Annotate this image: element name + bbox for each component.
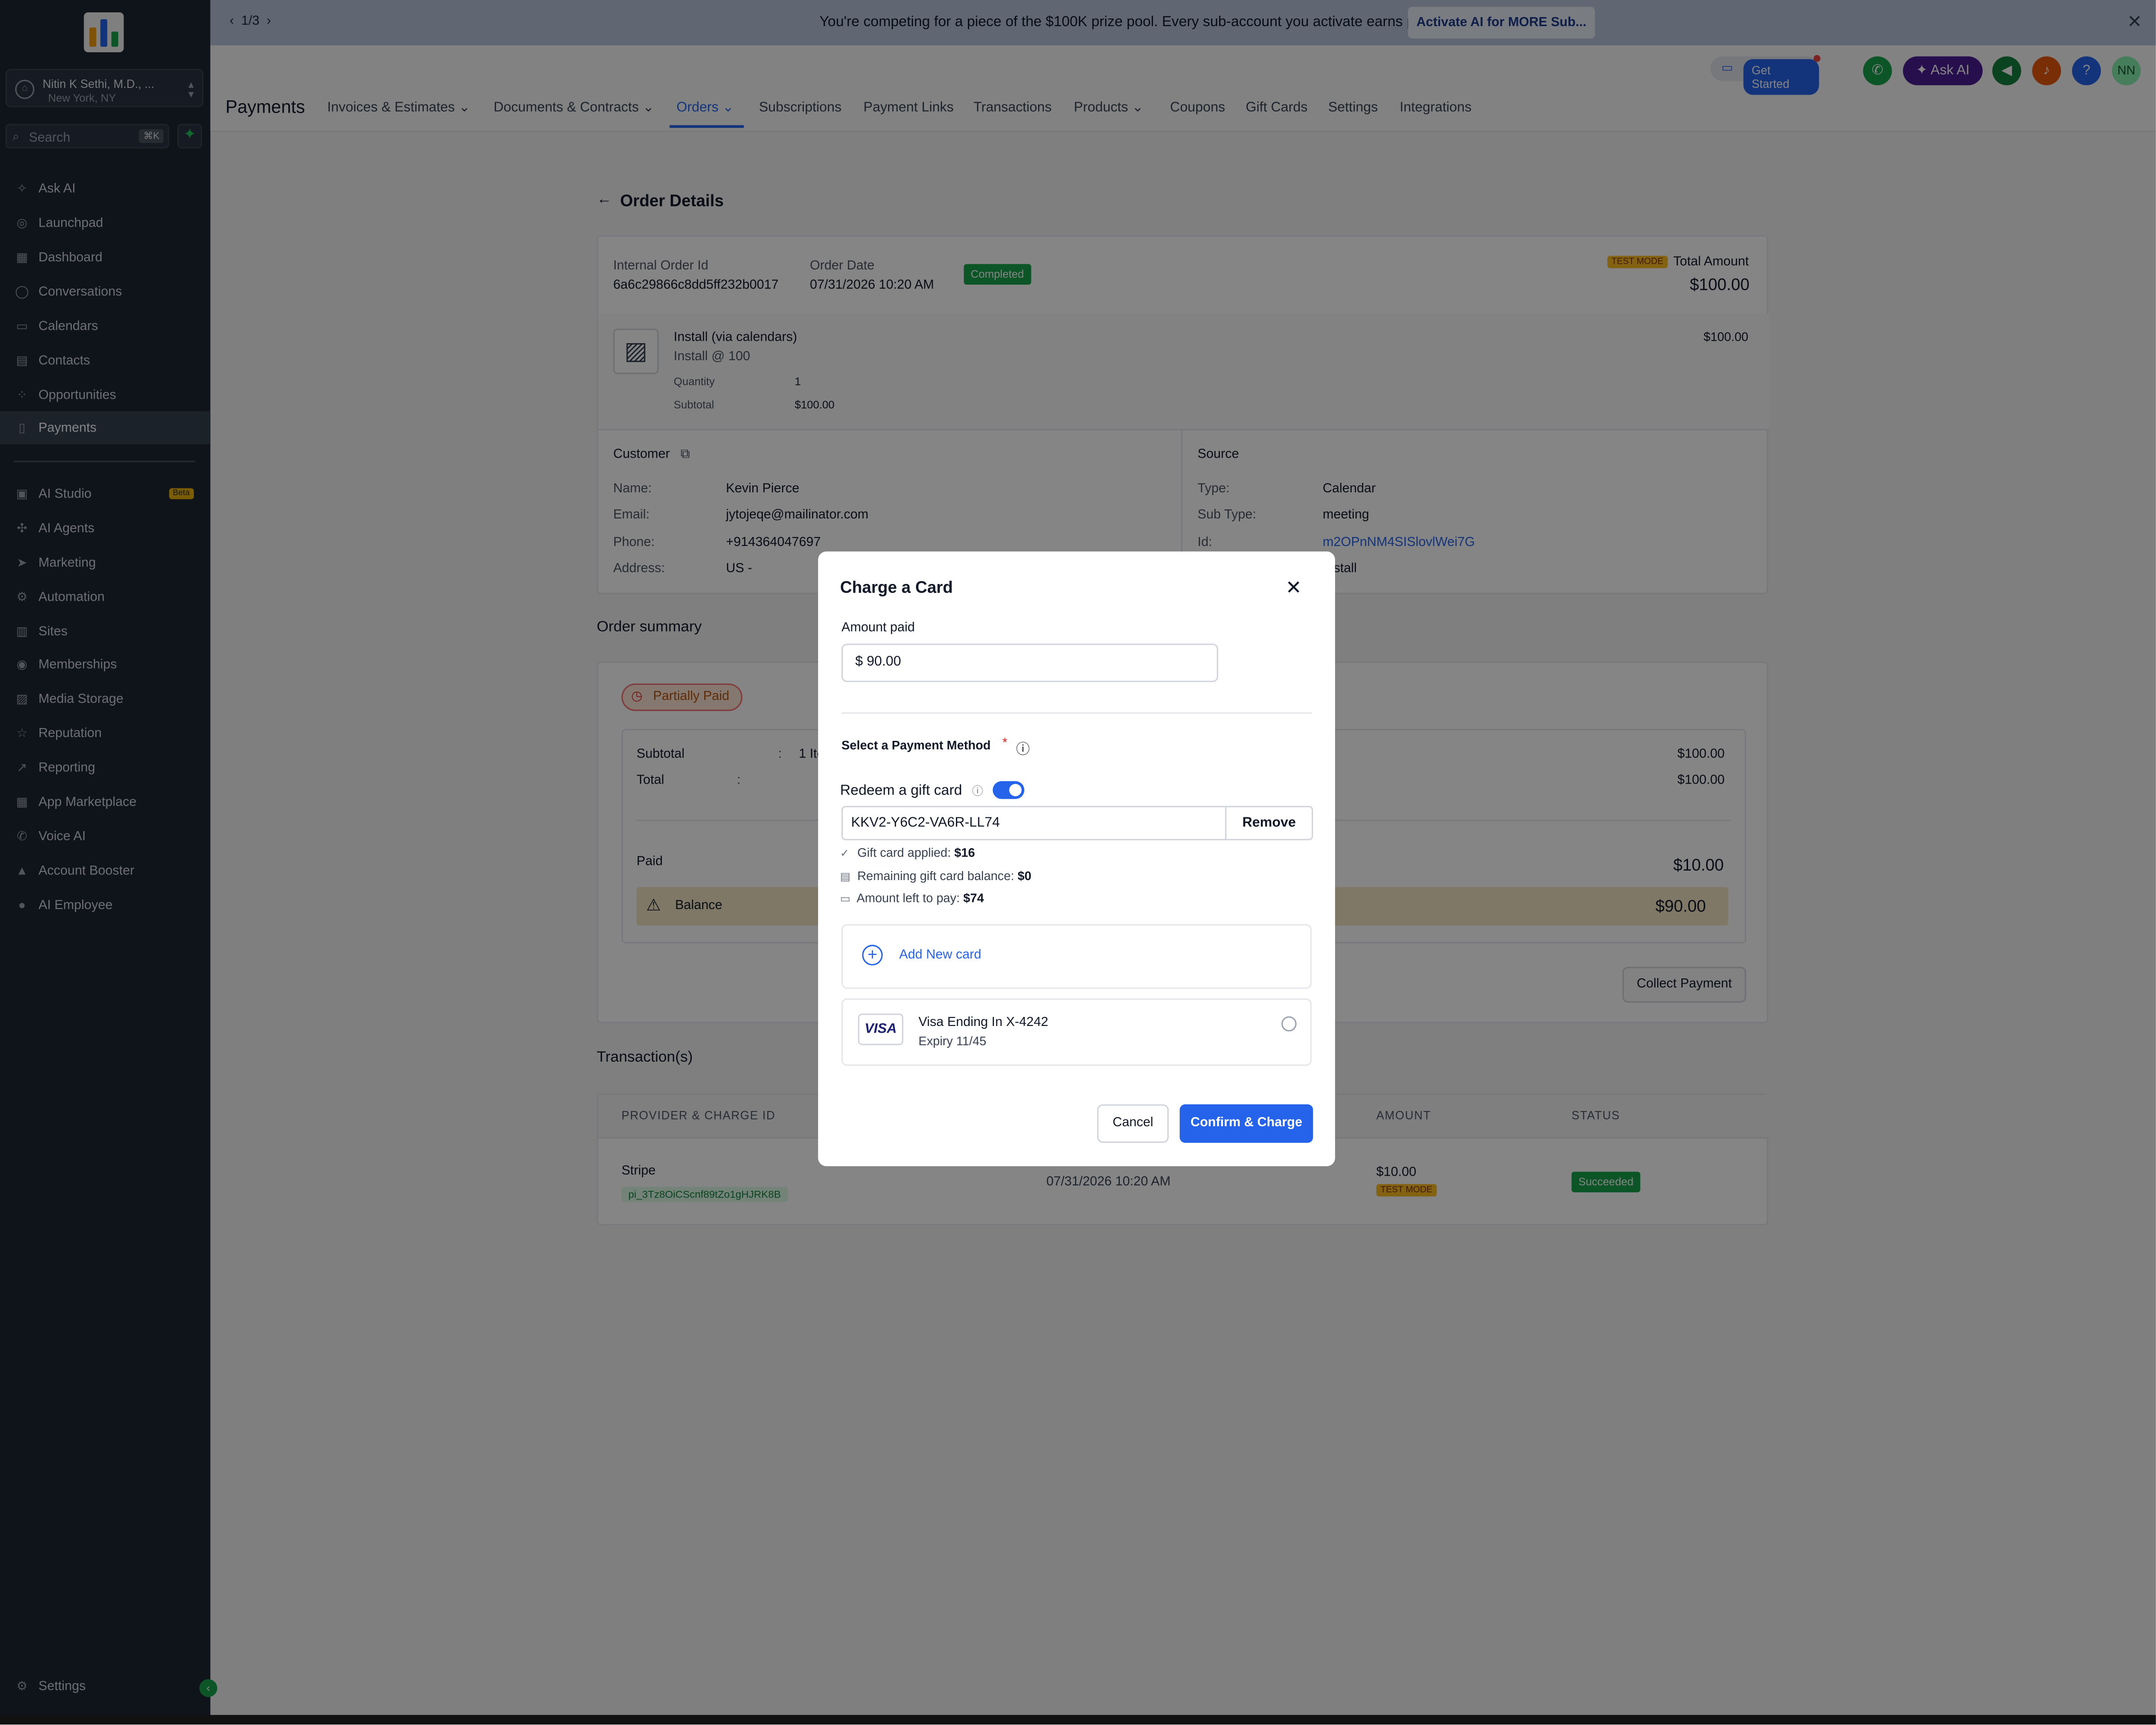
amount-paid-input[interactable]: $ 90.00 bbox=[841, 643, 1219, 682]
gift-card-applied: ✓ Gift card applied: $16 bbox=[840, 846, 975, 860]
card-expiry: Expiry 11/45 bbox=[918, 1034, 987, 1048]
close-icon[interactable]: ✕ bbox=[1286, 576, 1302, 600]
modal-title: Charge a Card bbox=[840, 577, 953, 597]
add-new-card-label: Add New card bbox=[899, 947, 982, 963]
saved-card-option[interactable]: VISA Visa Ending In X-4242 Expiry 11/45 bbox=[841, 998, 1312, 1066]
payment-method-label: Select a Payment Method bbox=[841, 738, 991, 753]
add-new-card-option[interactable]: + Add New card bbox=[841, 924, 1312, 989]
cash-icon: ▭ bbox=[840, 892, 851, 905]
applied-value: $16 bbox=[954, 845, 975, 860]
bottom-strip bbox=[0, 1715, 2156, 1725]
divider bbox=[841, 712, 1312, 714]
card-name: Visa Ending In X-4242 bbox=[918, 1015, 1049, 1030]
info-icon[interactable]: ⓘ bbox=[972, 784, 983, 799]
info-icon[interactable]: ⓘ bbox=[1016, 737, 1030, 758]
remove-gift-card-button[interactable]: Remove bbox=[1225, 805, 1313, 841]
wallet-icon: ▤ bbox=[840, 870, 851, 883]
redeem-gift-card-label: Redeem a gift card bbox=[840, 782, 962, 799]
visa-logo: VISA bbox=[858, 1013, 904, 1045]
redeem-gift-card-toggle[interactable] bbox=[992, 781, 1025, 799]
left-value: $74 bbox=[963, 891, 984, 905]
charge-card-modal: Charge a Card ✕ Amount paid $ 90.00 Sele… bbox=[818, 551, 1336, 1167]
confirm-charge-button[interactable]: Confirm & Charge bbox=[1180, 1104, 1313, 1143]
gift-card-code-input[interactable]: KKV2-Y6C2-VA6R-LL74 bbox=[841, 805, 1227, 841]
remaining-value: $0 bbox=[1017, 869, 1031, 883]
plus-circle-icon: + bbox=[862, 945, 883, 966]
cancel-button[interactable]: Cancel bbox=[1097, 1104, 1169, 1143]
amount-left-to-pay: ▭ Amount left to pay: $74 bbox=[840, 891, 984, 905]
required-indicator: * bbox=[1002, 736, 1008, 751]
left-label: Amount left to pay: bbox=[857, 891, 960, 905]
remaining-label: Remaining gift card balance: bbox=[857, 869, 1014, 883]
check-circle-icon: ✓ bbox=[840, 847, 849, 860]
gift-card-remaining: ▤ Remaining gift card balance: $0 bbox=[840, 869, 1031, 883]
applied-label: Gift card applied: bbox=[857, 845, 951, 860]
amount-paid-label: Amount paid bbox=[841, 620, 915, 636]
card-radio[interactable] bbox=[1281, 1016, 1297, 1032]
